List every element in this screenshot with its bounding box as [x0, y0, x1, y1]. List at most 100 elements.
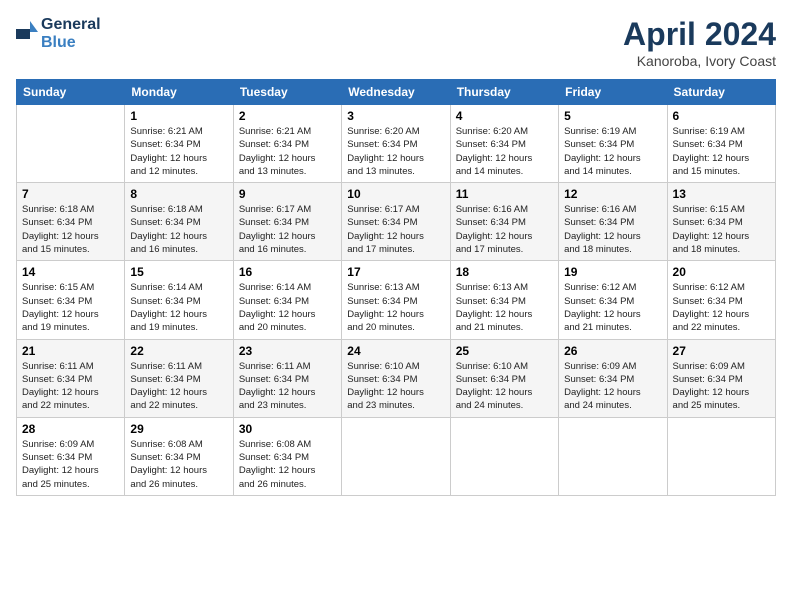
day-cell: 29Sunrise: 6:08 AM Sunset: 6:34 PM Dayli… — [125, 417, 233, 495]
day-cell: 19 Sunrise: 6:12 AM Sunset: 6:34 PM Dayli… — [559, 261, 667, 339]
logo-blue: Blue — [41, 34, 76, 51]
week-row-4: 21 Sunrise: 6:11 AM Sunset: 6:34 PM Dayli… — [17, 339, 776, 417]
day-number: 10 — [347, 187, 444, 201]
day-number: 14 — [22, 265, 119, 279]
day-number: 23 — [239, 344, 336, 358]
day-cell: 6Sunrise: 6:19 AM Sunset: 6:34 PM Daylig… — [667, 105, 775, 183]
day-cell: 13Sunrise: 6:15 AM Sunset: 6:34 PM Dayli… — [667, 183, 775, 261]
day-cell: 17Sunrise: 6:13 AM Sunset: 6:34 PM Dayli… — [342, 261, 450, 339]
day-cell: 16 Sunrise: 6:14 AM Sunset: 6:34 PM Dayli… — [233, 261, 341, 339]
day-number: 22 — [130, 344, 227, 358]
title-block: April 2024 Kanoroba, Ivory Coast — [623, 16, 776, 69]
day-cell: 18 Sunrise: 6:13 AM Sunset: 6:34 PM Dayli… — [450, 261, 558, 339]
day-info: Sunrise: 6:18 AM Sunset: 6:34 PM Dayligh… — [22, 203, 119, 256]
logo-general: General — [41, 16, 101, 33]
calendar-table: SundayMondayTuesdayWednesdayThursdayFrid… — [16, 79, 776, 496]
day-number: 27 — [673, 344, 770, 358]
day-number: 5 — [564, 109, 661, 123]
day-cell — [559, 417, 667, 495]
day-cell — [667, 417, 775, 495]
day-info: Sunrise: 6:15 AM Sunset: 6:34 PM Dayligh… — [673, 203, 770, 256]
day-info: Sunrise: 6:12 AM Sunset: 6:34 PM Dayligh… — [673, 281, 770, 334]
day-cell: 27 Sunrise: 6:09 AM Sunset: 6:34 PM Dayli… — [667, 339, 775, 417]
day-number: 17 — [347, 265, 444, 279]
day-number: 7 — [22, 187, 119, 201]
day-cell: 30Sunrise: 6:08 AM Sunset: 6:34 PM Dayli… — [233, 417, 341, 495]
day-number: 30 — [239, 422, 336, 436]
day-cell: 25Sunrise: 6:10 AM Sunset: 6:34 PM Dayli… — [450, 339, 558, 417]
day-info: Sunrise: 6:18 AM Sunset: 6:34 PM Dayligh… — [130, 203, 227, 256]
logo: General Blue — [16, 16, 101, 52]
day-cell: 14 Sunrise: 6:15 AM Sunset: 6:34 PM Dayli… — [17, 261, 125, 339]
day-cell: 4 Sunrise: 6:20 AM Sunset: 6:34 PM Daylig… — [450, 105, 558, 183]
day-number: 8 — [130, 187, 227, 201]
day-info: Sunrise: 6:15 AM Sunset: 6:34 PM Dayligh… — [22, 281, 119, 334]
day-cell: 22Sunrise: 6:11 AM Sunset: 6:34 PM Dayli… — [125, 339, 233, 417]
day-info: Sunrise: 6:19 AM Sunset: 6:34 PM Dayligh… — [564, 125, 661, 178]
col-header-wednesday: Wednesday — [342, 80, 450, 105]
page: General Blue April 2024 Kanoroba, Ivory … — [0, 0, 792, 612]
day-cell: 20 Sunrise: 6:12 AM Sunset: 6:34 PM Dayli… — [667, 261, 775, 339]
week-row-3: 14 Sunrise: 6:15 AM Sunset: 6:34 PM Dayli… — [17, 261, 776, 339]
day-number: 15 — [130, 265, 227, 279]
day-info: Sunrise: 6:20 AM Sunset: 6:34 PM Dayligh… — [456, 125, 553, 178]
day-number: 12 — [564, 187, 661, 201]
day-info: Sunrise: 6:09 AM Sunset: 6:34 PM Dayligh… — [673, 360, 770, 413]
day-cell — [450, 417, 558, 495]
day-cell — [17, 105, 125, 183]
day-cell: 10 Sunrise: 6:17 AM Sunset: 6:34 PM Dayli… — [342, 183, 450, 261]
col-header-sunday: Sunday — [17, 80, 125, 105]
day-cell: 28 Sunrise: 6:09 AM Sunset: 6:34 PM Dayli… — [17, 417, 125, 495]
week-row-1: 1 Sunrise: 6:21 AM Sunset: 6:34 PM Daylig… — [17, 105, 776, 183]
day-cell: 9 Sunrise: 6:17 AM Sunset: 6:34 PM Daylig… — [233, 183, 341, 261]
day-number: 16 — [239, 265, 336, 279]
day-info: Sunrise: 6:17 AM Sunset: 6:34 PM Dayligh… — [347, 203, 444, 256]
day-number: 11 — [456, 187, 553, 201]
day-info: Sunrise: 6:08 AM Sunset: 6:34 PM Dayligh… — [130, 438, 227, 491]
day-cell: 3 Sunrise: 6:20 AM Sunset: 6:34 PM Daylig… — [342, 105, 450, 183]
header: General Blue April 2024 Kanoroba, Ivory … — [16, 16, 776, 69]
day-number: 19 — [564, 265, 661, 279]
day-info: Sunrise: 6:14 AM Sunset: 6:34 PM Dayligh… — [239, 281, 336, 334]
day-info: Sunrise: 6:16 AM Sunset: 6:34 PM Dayligh… — [564, 203, 661, 256]
main-title: April 2024 — [623, 16, 776, 53]
day-info: Sunrise: 6:13 AM Sunset: 6:34 PM Dayligh… — [456, 281, 553, 334]
subtitle: Kanoroba, Ivory Coast — [623, 53, 776, 69]
day-number: 21 — [22, 344, 119, 358]
day-cell: 23 Sunrise: 6:11 AM Sunset: 6:34 PM Dayli… — [233, 339, 341, 417]
day-info: Sunrise: 6:16 AM Sunset: 6:34 PM Dayligh… — [456, 203, 553, 256]
day-info: Sunrise: 6:09 AM Sunset: 6:34 PM Dayligh… — [22, 438, 119, 491]
day-cell: 8 Sunrise: 6:18 AM Sunset: 6:34 PM Daylig… — [125, 183, 233, 261]
day-info: Sunrise: 6:17 AM Sunset: 6:34 PM Dayligh… — [239, 203, 336, 256]
day-cell — [342, 417, 450, 495]
day-info: Sunrise: 6:10 AM Sunset: 6:34 PM Dayligh… — [456, 360, 553, 413]
day-cell: 2Sunrise: 6:21 AM Sunset: 6:34 PM Daylig… — [233, 105, 341, 183]
day-number: 28 — [22, 422, 119, 436]
day-info: Sunrise: 6:10 AM Sunset: 6:34 PM Dayligh… — [347, 360, 444, 413]
day-info: Sunrise: 6:11 AM Sunset: 6:34 PM Dayligh… — [239, 360, 336, 413]
day-number: 1 — [130, 109, 227, 123]
col-header-friday: Friday — [559, 80, 667, 105]
calendar-header-row: SundayMondayTuesdayWednesdayThursdayFrid… — [17, 80, 776, 105]
day-cell: 7 Sunrise: 6:18 AM Sunset: 6:34 PM Daylig… — [17, 183, 125, 261]
day-cell: 26Sunrise: 6:09 AM Sunset: 6:34 PM Dayli… — [559, 339, 667, 417]
day-cell: 24Sunrise: 6:10 AM Sunset: 6:34 PM Dayli… — [342, 339, 450, 417]
day-number: 4 — [456, 109, 553, 123]
day-info: Sunrise: 6:20 AM Sunset: 6:34 PM Dayligh… — [347, 125, 444, 178]
week-row-2: 7 Sunrise: 6:18 AM Sunset: 6:34 PM Daylig… — [17, 183, 776, 261]
day-number: 9 — [239, 187, 336, 201]
day-number: 6 — [673, 109, 770, 123]
day-info: Sunrise: 6:21 AM Sunset: 6:34 PM Dayligh… — [130, 125, 227, 178]
col-header-monday: Monday — [125, 80, 233, 105]
day-info: Sunrise: 6:11 AM Sunset: 6:34 PM Dayligh… — [22, 360, 119, 413]
col-header-thursday: Thursday — [450, 80, 558, 105]
day-number: 20 — [673, 265, 770, 279]
week-row-5: 28 Sunrise: 6:09 AM Sunset: 6:34 PM Dayli… — [17, 417, 776, 495]
day-info: Sunrise: 6:21 AM Sunset: 6:34 PM Dayligh… — [239, 125, 336, 178]
day-cell: 12 Sunrise: 6:16 AM Sunset: 6:34 PM Dayli… — [559, 183, 667, 261]
day-number: 3 — [347, 109, 444, 123]
day-cell: 15 Sunrise: 6:14 AM Sunset: 6:34 PM Dayli… — [125, 261, 233, 339]
day-number: 18 — [456, 265, 553, 279]
day-info: Sunrise: 6:12 AM Sunset: 6:34 PM Dayligh… — [564, 281, 661, 334]
day-info: Sunrise: 6:14 AM Sunset: 6:34 PM Dayligh… — [130, 281, 227, 334]
